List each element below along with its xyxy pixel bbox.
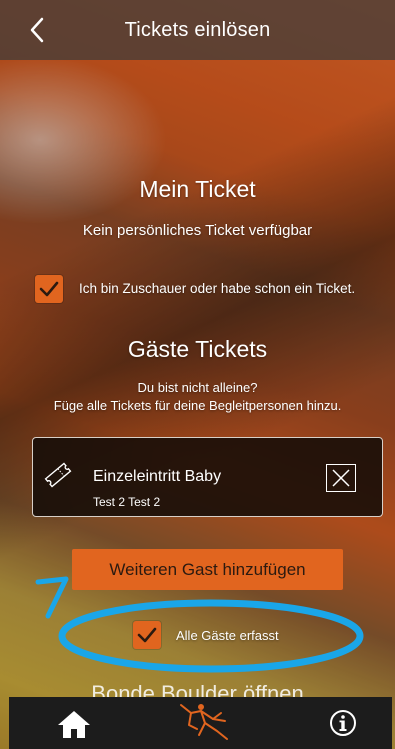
- guest-ticket-card: Einzeleintritt Baby Test 2 Test 2: [32, 437, 383, 517]
- header-bar: Tickets einlösen: [0, 0, 395, 60]
- ticket-name: Einzeleintritt Baby: [93, 468, 222, 485]
- bouldering-logo: [180, 704, 228, 740]
- home-icon[interactable]: [56, 708, 92, 740]
- guest-tickets-line1: Du bist nicht alleine?: [137, 380, 258, 395]
- remove-ticket-button[interactable]: [326, 464, 356, 492]
- my-ticket-status: Kein persönliches Ticket verfügbar: [82, 222, 313, 239]
- guest-tickets-heading: Gäste Tickets: [127, 336, 268, 362]
- page-title: Tickets einlösen: [124, 18, 271, 41]
- spectator-checkbox-label: Ich bin Zuschauer oder habe schon ein Ti…: [79, 281, 356, 296]
- checkmark-icon: [39, 281, 59, 297]
- close-icon: [332, 469, 350, 487]
- my-ticket-heading: Mein Ticket: [139, 176, 256, 202]
- ticket-holder: Test 2 Test 2: [93, 495, 161, 509]
- info-icon[interactable]: [329, 709, 357, 737]
- bottom-tab-bar: [9, 697, 392, 749]
- back-button[interactable]: [22, 14, 52, 46]
- chevron-left-icon: [30, 17, 44, 43]
- spectator-checkbox[interactable]: [35, 275, 63, 303]
- guest-tickets-line2: Füge alle Tickets für deine Begleitperso…: [53, 398, 342, 413]
- add-guest-button[interactable]: Weiteren Gast hinzufügen: [72, 549, 343, 590]
- annotation-highlight-ellipse: [58, 599, 364, 673]
- svg-text:7: 7: [32, 570, 33, 571]
- ticket-icon: [44, 462, 72, 488]
